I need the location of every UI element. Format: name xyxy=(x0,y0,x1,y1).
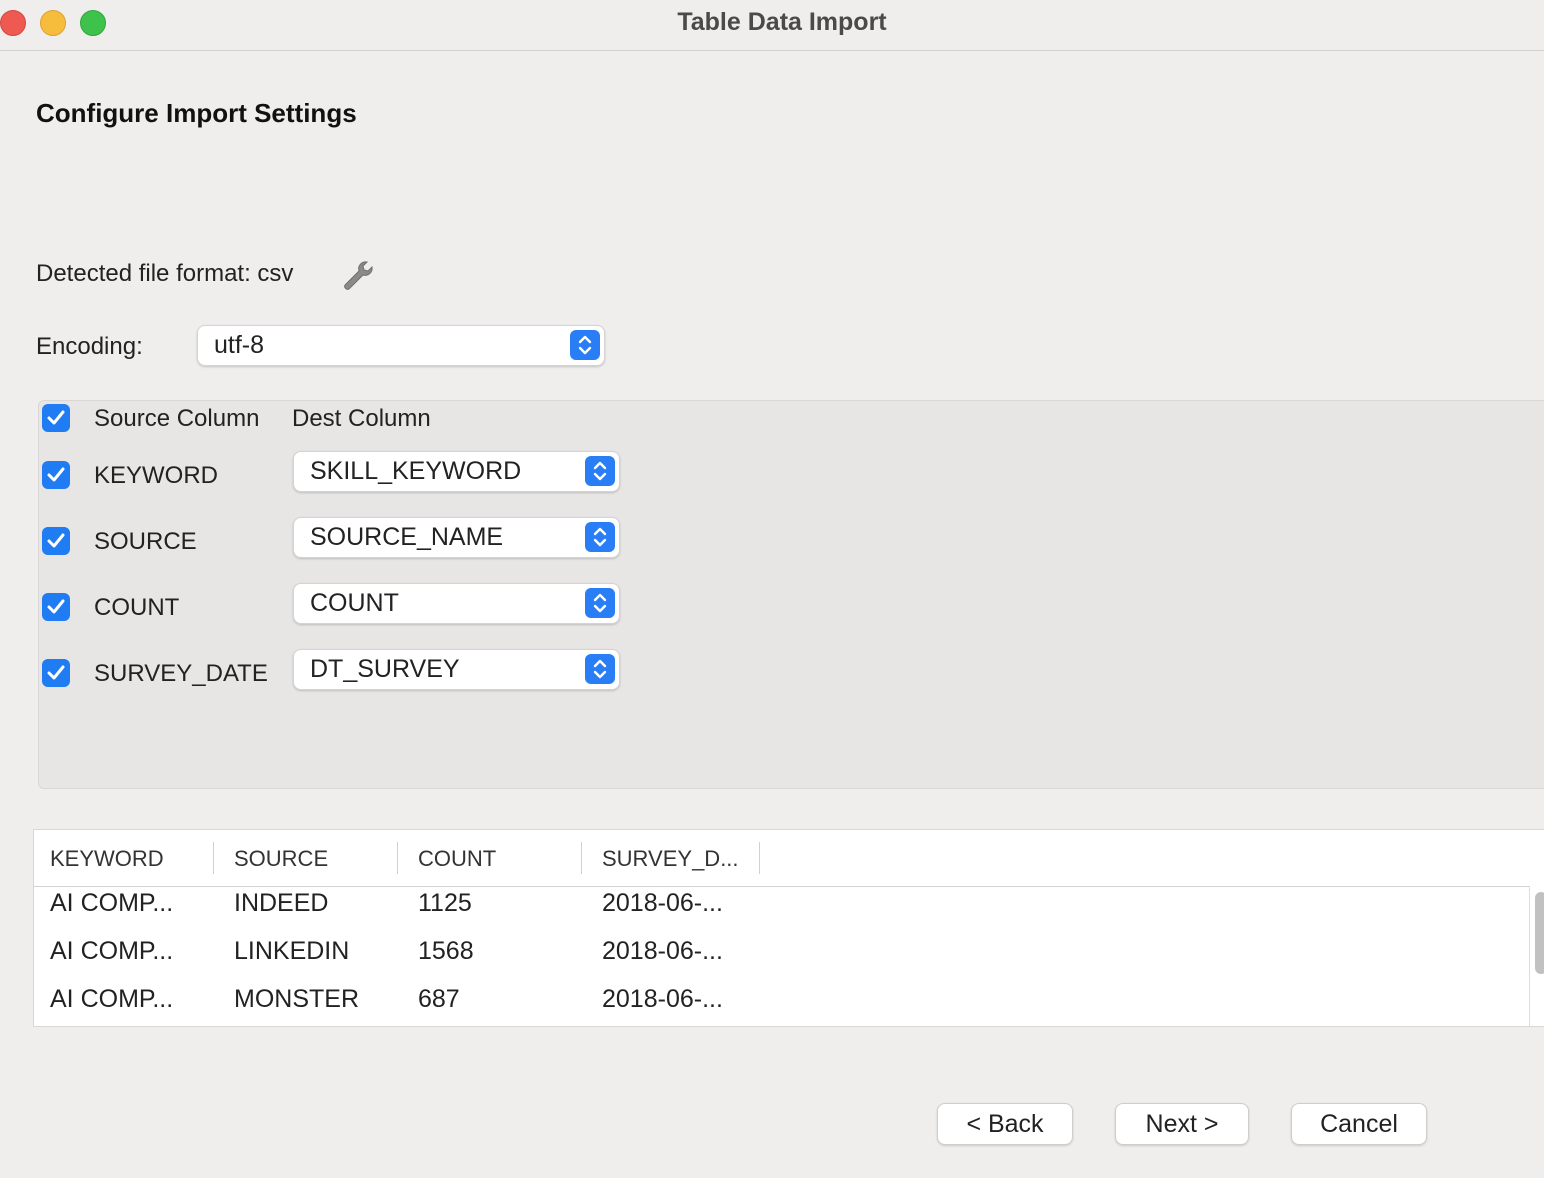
dest-column-select[interactable]: SOURCE_NAME xyxy=(293,517,620,558)
select-all-checkbox[interactable] xyxy=(42,404,70,432)
column-divider[interactable] xyxy=(213,842,214,874)
source-column-label: COUNT xyxy=(94,594,180,621)
chevron-updown-icon xyxy=(585,588,615,618)
table-cell: 1125 xyxy=(418,889,472,917)
column-header[interactable]: COUNT xyxy=(418,846,496,872)
dest-column-select[interactable]: DT_SURVEY xyxy=(293,649,620,690)
scrollbar-track xyxy=(1529,886,1530,1026)
encoding-label: Encoding: xyxy=(36,333,143,360)
encoding-value: utf-8 xyxy=(214,331,265,359)
table-header: KEYWORD SOURCE COUNT SURVEY_D... xyxy=(34,830,1530,887)
dest-column-value: SOURCE_NAME xyxy=(310,523,504,551)
source-column-header: Source Column xyxy=(94,405,260,432)
row-checkbox-keyword[interactable] xyxy=(42,461,70,489)
window-title: Table Data Import xyxy=(677,8,887,36)
table-cell: 687 xyxy=(418,985,460,1013)
chevron-updown-icon xyxy=(585,456,615,486)
encoding-select[interactable]: utf-8 xyxy=(197,325,605,366)
dest-column-select[interactable]: COUNT xyxy=(293,583,620,624)
dest-column-header: Dest Column xyxy=(292,405,431,432)
wrench-icon[interactable] xyxy=(340,258,376,294)
next-button[interactable]: Next > xyxy=(1115,1103,1249,1145)
row-checkbox-count[interactable] xyxy=(42,593,70,621)
dest-column-select[interactable]: SKILL_KEYWORD xyxy=(293,451,620,492)
table-cell: MONSTER xyxy=(234,985,359,1013)
column-mapping-panel xyxy=(38,400,1544,789)
table-cell: AI COMP... xyxy=(50,937,174,965)
table-cell: AI COMP... xyxy=(50,985,174,1013)
table-cell: LINKEDIN xyxy=(234,937,350,965)
chevron-updown-icon xyxy=(585,522,615,552)
dest-column-value: COUNT xyxy=(310,589,399,617)
table-cell: AI COMP... xyxy=(50,889,174,917)
title-bar: Table Data Import xyxy=(0,0,1544,51)
dest-column-value: DT_SURVEY xyxy=(310,655,460,683)
column-header[interactable]: SURVEY_D... xyxy=(602,846,739,872)
source-column-label: KEYWORD xyxy=(94,462,219,489)
row-checkbox-source[interactable] xyxy=(42,527,70,555)
row-checkbox-survey-date[interactable] xyxy=(42,659,70,687)
detected-format-label: Detected file format: csv xyxy=(36,260,294,287)
cancel-button[interactable]: Cancel xyxy=(1291,1103,1427,1145)
data-preview-table: KEYWORD SOURCE COUNT SURVEY_D... AI COMP… xyxy=(33,829,1544,1027)
vertical-scrollbar[interactable] xyxy=(1535,892,1544,974)
page-title: Configure Import Settings xyxy=(36,98,357,128)
source-column-label: SOURCE xyxy=(94,528,197,555)
source-column-label: SURVEY_DATE xyxy=(94,660,268,687)
column-divider[interactable] xyxy=(397,842,398,874)
table-cell: INDEED xyxy=(234,889,329,917)
chevron-updown-icon xyxy=(570,330,600,360)
chevron-updown-icon xyxy=(585,654,615,684)
table-cell: 1568 xyxy=(418,937,474,965)
column-header[interactable]: KEYWORD xyxy=(50,846,164,872)
table-cell: 2018-06-... xyxy=(602,937,723,965)
column-divider[interactable] xyxy=(581,842,582,874)
dest-column-value: SKILL_KEYWORD xyxy=(310,457,522,485)
table-cell: 2018-06-... xyxy=(602,889,723,917)
column-divider[interactable] xyxy=(759,842,760,874)
back-button[interactable]: < Back xyxy=(937,1103,1073,1145)
column-header[interactable]: SOURCE xyxy=(234,846,328,872)
table-cell: 2018-06-... xyxy=(602,985,723,1013)
